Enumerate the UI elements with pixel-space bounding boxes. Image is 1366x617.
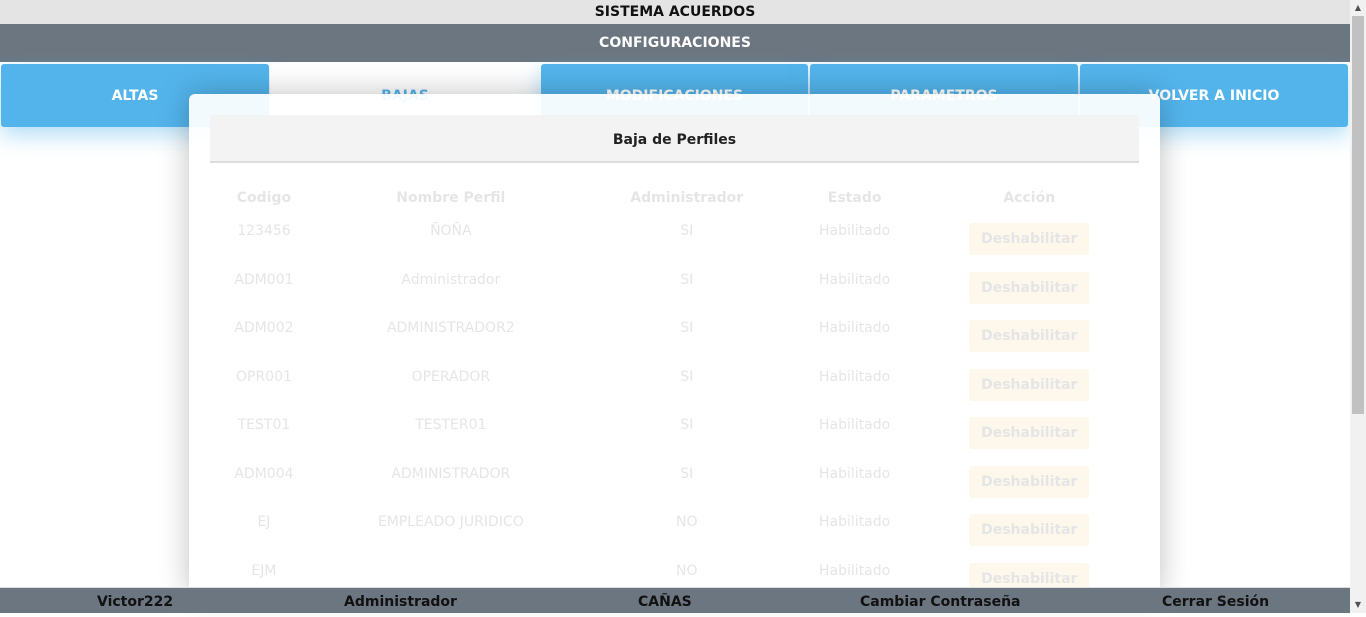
scroll-down-icon[interactable]: ▼ [1350, 597, 1366, 613]
cell-estado: Habilitado [819, 465, 891, 482]
cell-nombre: EMPLEADO JURIDICO [377, 514, 524, 530]
col-nombre-perfil: Nombre Perfil [396, 190, 506, 206]
cell-codigo: ADM004 [234, 465, 294, 482]
cell-accion: Deshabilitar [920, 217, 1139, 266]
cell-estado: Habilitado [819, 223, 891, 239]
baja-perfiles-modal: Baja de Perfiles Codigo Nombre Perfil Ad… [189, 94, 1160, 594]
cell-nombre: OPERADOR [411, 368, 491, 385]
cell-nombre: ÑOÑA [430, 223, 472, 239]
table-row: TEST01 TESTER01 SI Habilitado Deshabilit… [210, 411, 1139, 460]
col-codigo: Codigo [236, 190, 292, 206]
cell-codigo: ADM001 [234, 271, 294, 288]
cell-accion: Deshabilitar [920, 411, 1139, 460]
col-estado: Estado [827, 190, 882, 206]
cell-estado: Habilitado [819, 320, 891, 336]
cell-estado: Habilitado [819, 368, 891, 385]
deshabilitar-button[interactable]: Deshabilitar [969, 417, 1090, 449]
cell-codigo: EJ [257, 514, 271, 530]
section-title: CONFIGURACIONES [0, 24, 1350, 62]
table-row: ADM002 ADMINISTRADOR2 SI Habilitado Desh… [210, 314, 1139, 363]
table-header-row: Codigo Nombre Perfil Administrador Estad… [210, 179, 1139, 217]
table-row: ADM001 Administrador SI Habilitado Desha… [210, 266, 1139, 315]
cell-accion: Deshabilitar [920, 314, 1139, 363]
cell-codigo: 123456 [237, 223, 291, 239]
deshabilitar-button[interactable]: Deshabilitar [969, 320, 1090, 352]
cell-codigo: TEST01 [237, 417, 291, 433]
cell-accion: Deshabilitar [920, 363, 1139, 412]
table-row: EJ EMPLEADO JURIDICO NO Habilitado Desha… [210, 508, 1139, 557]
table-row: ADM004 ADMINISTRADOR SI Habilitado Desha… [210, 460, 1139, 509]
table-row: OPR001 OPERADOR SI Habilitado Deshabilit… [210, 363, 1139, 412]
cell-codigo: OPR001 [235, 368, 292, 385]
cell-admin: SI [680, 223, 694, 239]
deshabilitar-button[interactable]: Deshabilitar [969, 368, 1090, 401]
cell-admin: NO [675, 514, 698, 530]
cell-accion: Deshabilitar [920, 460, 1139, 509]
cell-estado: Habilitado [819, 514, 891, 530]
table-row: 123456 ÑOÑA SI Habilitado Deshabilitar [210, 217, 1139, 266]
footer-bar: Victor222 Administrador CAÑAS Cambiar Co… [0, 587, 1350, 613]
deshabilitar-button[interactable]: Deshabilitar [969, 465, 1090, 498]
profiles-table: Codigo Nombre Perfil Administrador Estad… [210, 179, 1139, 594]
cell-accion: Deshabilitar [920, 266, 1139, 315]
cell-admin: SI [680, 465, 694, 482]
cell-admin: SI [680, 417, 694, 433]
col-administrador: Administrador [630, 190, 744, 206]
cell-nombre: Administrador [401, 271, 501, 288]
cell-admin: SI [680, 368, 694, 385]
cell-nombre: TESTER01 [415, 417, 487, 433]
scroll-up-icon[interactable]: ▲ [1350, 0, 1366, 16]
cell-nombre: ADMINISTRADOR2 [386, 320, 515, 336]
profiles-table-wrap: Codigo Nombre Perfil Administrador Estad… [210, 179, 1139, 594]
page-scrollbar[interactable]: ▲ ▼ [1350, 0, 1366, 613]
deshabilitar-button[interactable]: Deshabilitar [969, 514, 1090, 546]
modal-title: Baja de Perfiles [210, 115, 1139, 163]
cell-codigo: ADM002 [234, 320, 294, 336]
col-accion: Acción [1003, 190, 1056, 206]
cell-estado: Habilitado [819, 417, 891, 433]
deshabilitar-button[interactable]: Deshabilitar [969, 223, 1090, 255]
cell-admin: SI [680, 271, 694, 288]
cell-accion: Deshabilitar [920, 508, 1139, 557]
deshabilitar-button[interactable]: Deshabilitar [969, 271, 1090, 304]
app-title: SISTEMA ACUERDOS [0, 0, 1350, 24]
cell-admin: SI [680, 320, 694, 336]
cell-estado: Habilitado [819, 271, 891, 288]
scrollbar-thumb[interactable] [1352, 16, 1364, 414]
cell-nombre: ADMINISTRADOR [391, 465, 511, 482]
